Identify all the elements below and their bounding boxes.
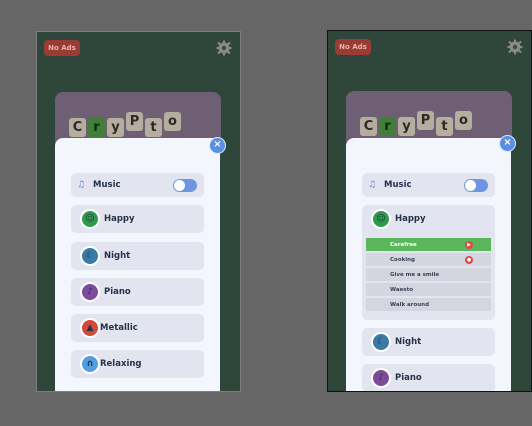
playlist-item-piano[interactable]: ♪ Piano	[71, 278, 204, 306]
title-letter: o	[164, 112, 181, 131]
title-letter: y	[107, 118, 124, 137]
title-letter: t	[145, 118, 162, 137]
music-toggle-switch[interactable]	[464, 179, 488, 192]
smiley-face-icon: ☺	[371, 209, 391, 229]
close-modal-button[interactable]: ×	[209, 137, 226, 154]
playlist-item-night[interactable]: ☾ Night	[362, 328, 495, 356]
music-note-icon: ♫	[77, 180, 86, 190]
music-settings-modal: ♫ Music ☺ Happy ☾ Night ♪ Piano ▲ Metall…	[55, 138, 220, 391]
playlist-label: Happy	[395, 214, 426, 224]
moon-icon: ☾	[80, 246, 100, 266]
title-letter: C	[69, 118, 86, 137]
track-item-give-me-a-smile[interactable]: Give me a smile	[366, 268, 491, 281]
playlist-label: Piano	[395, 373, 422, 383]
rocket-icon: ▲	[80, 318, 100, 338]
track-label: Walk around	[390, 301, 430, 308]
title-letter: P	[417, 111, 434, 130]
music-toggle-row[interactable]: ♫ Music	[362, 173, 495, 197]
phone-screen-collapsed: No Ads C r y P t o ♫ Music ☺ Happy ☾ Nig…	[36, 31, 241, 392]
headphones-icon: ∩	[80, 354, 100, 374]
track-item-cooking[interactable]: Cooking ●	[366, 253, 491, 266]
title-letter: o	[455, 111, 472, 130]
music-label: Music	[384, 180, 412, 190]
track-item-carefree[interactable]: Carefree ▶	[366, 238, 491, 251]
piano-icon: ♪	[371, 368, 391, 388]
no-ads-button[interactable]: No Ads	[44, 40, 80, 56]
playlist-label: Metallic	[100, 323, 138, 333]
title-letter: y	[398, 117, 415, 136]
playlist-label: Relaxing	[100, 359, 142, 369]
no-ads-button[interactable]: No Ads	[335, 39, 371, 55]
playlist-header-happy[interactable]: ☺ Happy	[371, 209, 426, 229]
moon-icon: ☾	[371, 332, 391, 352]
play-icon: ▶	[465, 241, 473, 249]
playlist-item-night[interactable]: ☾ Night	[71, 242, 204, 270]
settings-gear-icon[interactable]	[216, 40, 232, 56]
playlist-label: Night	[104, 251, 131, 261]
music-label: Music	[93, 180, 121, 190]
playlist-item-happy-expanded: ☺ Happy Carefree ▶ Cooking ● Give me a s…	[362, 205, 495, 320]
close-modal-button[interactable]: ×	[499, 135, 516, 152]
piano-icon: ♪	[80, 282, 100, 302]
music-toggle-row[interactable]: ♫ Music	[71, 173, 204, 197]
playlist-item-relaxing[interactable]: ∩ Relaxing	[71, 350, 204, 378]
music-note-icon: ♫	[368, 180, 377, 190]
settings-gear-icon[interactable]	[507, 39, 523, 55]
video-ad-icon: ●	[465, 256, 473, 264]
track-item-walk-around[interactable]: Walk around	[366, 298, 491, 311]
playlist-item-happy[interactable]: ☺ Happy	[71, 205, 204, 233]
playlist-label: Piano	[104, 287, 131, 297]
title-letter: r	[88, 118, 105, 137]
title-letter: t	[436, 117, 453, 136]
music-settings-modal: ♫ Music ☺ Happy Carefree ▶ Cooking ● Giv…	[346, 138, 511, 391]
playlist-item-metallic[interactable]: ▲ Metallic	[71, 314, 204, 342]
track-item-waesto[interactable]: Waesto	[366, 283, 491, 296]
title-letter: P	[126, 112, 143, 131]
playlist-item-piano[interactable]: ♪ Piano	[362, 364, 495, 391]
title-letter: r	[379, 117, 396, 136]
smiley-face-icon: ☺	[80, 209, 100, 229]
phone-screen-expanded: No Ads C r y P t o ♫ Music ☺ Happy Caref…	[327, 30, 532, 392]
track-label: Cooking	[390, 256, 415, 263]
track-label: Give me a smile	[390, 271, 440, 278]
playlist-label: Night	[395, 337, 422, 347]
playlist-label: Happy	[104, 214, 135, 224]
track-label: Carefree	[390, 241, 417, 248]
music-toggle-switch[interactable]	[173, 179, 197, 192]
track-label: Waesto	[390, 286, 413, 293]
title-letter: C	[360, 117, 377, 136]
